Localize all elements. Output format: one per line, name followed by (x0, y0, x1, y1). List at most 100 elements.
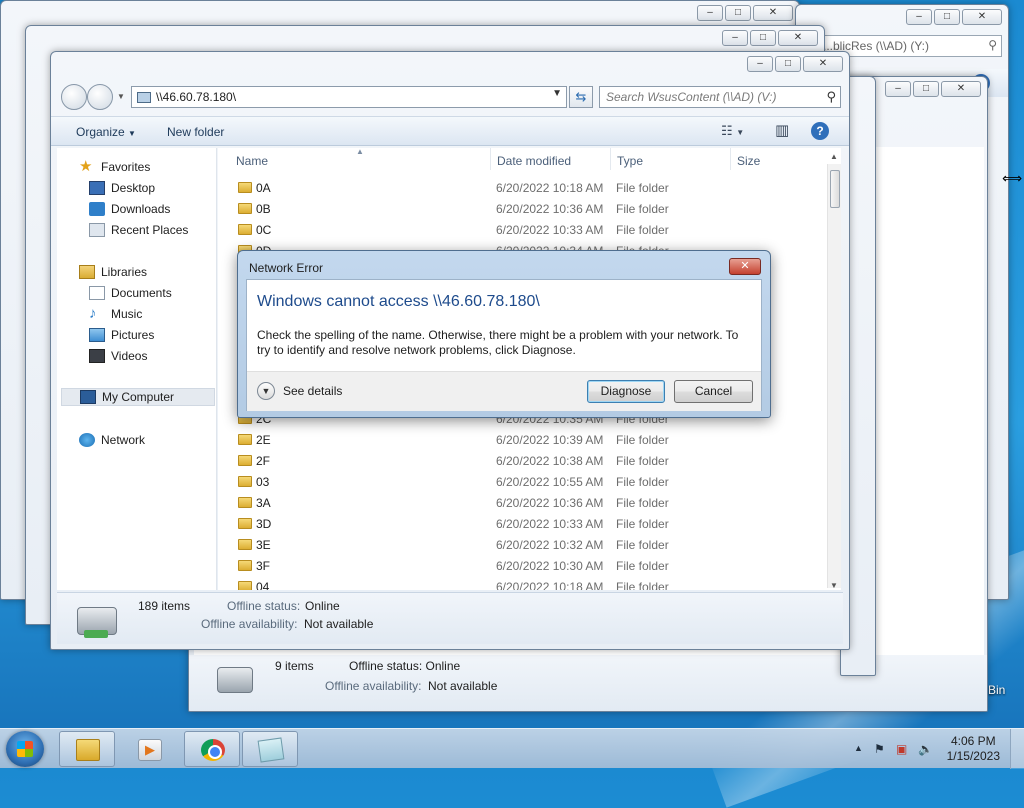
help-icon[interactable]: ? (811, 122, 829, 140)
nav-my-computer[interactable]: My Computer (61, 388, 215, 406)
nav-music[interactable]: ♪ Music (89, 305, 142, 323)
recycle-bin-label[interactable]: Bin (988, 683, 1005, 697)
address-dropdown-icon[interactable]: ▼ (552, 88, 562, 99)
maximize-button[interactable]: □ (775, 56, 801, 72)
star-icon: ★ (79, 158, 93, 175)
network-computer-icon (137, 92, 151, 103)
table-row[interactable]: 3F 6/20/2022 10:30 AM File folder (218, 555, 818, 576)
pictures-icon (89, 328, 105, 342)
minimize-button[interactable]: – (697, 5, 723, 21)
documents-icon (89, 286, 105, 300)
taskbar-sticky-notes[interactable] (242, 731, 298, 767)
folder-icon (238, 560, 252, 571)
table-row[interactable]: 2E 6/20/2022 10:39 AM File folder (218, 429, 818, 450)
new-folder-button[interactable]: New folder (167, 125, 224, 139)
maximize-button[interactable]: □ (934, 9, 960, 25)
column-divider[interactable] (730, 148, 731, 170)
media-player-icon (138, 739, 162, 761)
dialog-heading: Windows cannot access \\46.60.78.180\ (257, 293, 540, 310)
chevron-down-icon: ▼ (257, 382, 275, 400)
clock[interactable]: 4:06 PM 1/15/2023 (947, 734, 1000, 764)
close-button[interactable]: ✕ (941, 81, 981, 97)
maximize-button[interactable]: □ (750, 30, 776, 46)
see-details-toggle[interactable]: ▼ See details (257, 382, 342, 400)
folder-icon (238, 434, 252, 445)
cancel-button[interactable]: Cancel (674, 380, 753, 403)
volume-icon[interactable]: 🔈 (918, 742, 933, 756)
nav-pictures[interactable]: Pictures (89, 326, 154, 344)
network-error-dialog[interactable]: Network Error ✕ Windows cannot access \\… (237, 250, 771, 418)
action-center-icon[interactable]: ⚑ (874, 742, 885, 756)
show-hidden-icons-icon[interactable]: ▲ (854, 743, 863, 753)
nav-recent-places[interactable]: Recent Places (89, 221, 188, 239)
dialog-close-button[interactable]: ✕ (729, 258, 761, 275)
minimize-button[interactable]: – (906, 9, 932, 25)
show-desktop-button[interactable] (1010, 729, 1024, 769)
scroll-up-icon[interactable]: ▲ (830, 152, 838, 161)
details-pane: 189 items Offline status: Online Offline… (57, 592, 843, 644)
dialog-footer: ▼ See details Diagnose Cancel (247, 371, 761, 411)
address-bar[interactable]: \\46.60.78.180\ ▼ (131, 86, 567, 108)
downloads-icon (89, 202, 105, 216)
nav-libraries[interactable]: Libraries (79, 263, 147, 281)
address-text: \\46.60.78.180\ (156, 90, 237, 104)
table-row[interactable]: 0C 6/20/2022 10:33 AM File folder (218, 219, 818, 240)
table-row[interactable]: 0A 6/20/2022 10:18 AM File folder (218, 177, 818, 198)
table-row[interactable]: 04 6/20/2022 10:18 AM File folder (218, 576, 818, 590)
back-button[interactable] (61, 84, 87, 110)
column-header-name[interactable]: Name (236, 154, 268, 168)
close-button[interactable]: ✕ (753, 5, 793, 21)
folder-icon (238, 182, 252, 193)
minimize-button[interactable]: – (747, 56, 773, 72)
change-view-icon[interactable]: ☷ ▼ (721, 123, 744, 139)
minimize-button[interactable]: – (722, 30, 748, 46)
start-button[interactable] (6, 731, 44, 767)
maximize-button[interactable]: □ (725, 5, 751, 21)
refresh-button[interactable]: ⇆ (569, 86, 593, 108)
nav-videos[interactable]: Videos (89, 347, 147, 365)
table-row[interactable]: 03 6/20/2022 10:55 AM File folder (218, 471, 818, 492)
forward-button[interactable] (87, 84, 113, 110)
taskbar-windows-media-player[interactable] (121, 731, 177, 767)
column-header-size[interactable]: Size (737, 154, 760, 168)
scrollbar-thumb[interactable] (830, 170, 840, 208)
nav-network[interactable]: Network (79, 431, 145, 449)
system-tray: ▲ ⚑ ▣ 🔈 4:06 PM 1/15/2023 (834, 729, 1024, 769)
nav-favorites[interactable]: ★ Favorites (79, 158, 150, 176)
close-button[interactable]: ✕ (962, 9, 1002, 25)
column-divider[interactable] (490, 148, 491, 170)
close-button[interactable]: ✕ (778, 30, 818, 46)
resize-cursor-icon: ⟺ (1002, 170, 1023, 186)
computer-icon (80, 390, 96, 404)
table-row[interactable]: 3A 6/20/2022 10:36 AM File folder (218, 492, 818, 513)
music-icon: ♪ (89, 305, 97, 322)
diagnose-button[interactable]: Diagnose (587, 380, 665, 403)
search-input[interactable]: Search WsusContent (\\AD) (V:) ⚲ (599, 86, 841, 108)
column-divider[interactable] (610, 148, 611, 170)
minimize-button[interactable]: – (885, 81, 911, 97)
vertical-scrollbar[interactable]: ▲ ▼ (827, 152, 841, 590)
sort-ascending-icon: ▲ (356, 148, 364, 156)
column-header-type[interactable]: Type (617, 154, 643, 168)
table-row[interactable]: 3D 6/20/2022 10:33 AM File folder (218, 513, 818, 534)
drive-icon (217, 667, 253, 693)
recent-pages-dropdown-icon[interactable]: ▼ (117, 92, 125, 101)
organize-menu[interactable]: Organize ▼ (76, 125, 136, 139)
network-disconnected-icon[interactable]: ▣ (896, 742, 907, 756)
taskbar-google-chrome[interactable] (184, 731, 240, 767)
preview-pane-icon[interactable]: ▥ (775, 121, 789, 139)
scroll-down-icon[interactable]: ▼ (830, 581, 838, 590)
taskbar-windows-explorer[interactable] (59, 731, 115, 767)
maximize-button[interactable]: □ (913, 81, 939, 97)
folder-icon (238, 518, 252, 529)
table-row[interactable]: 3E 6/20/2022 10:32 AM File folder (218, 534, 818, 555)
nav-documents[interactable]: Documents (89, 284, 172, 302)
table-row[interactable]: 0B 6/20/2022 10:36 AM File folder (218, 198, 818, 219)
table-row[interactable]: 2F 6/20/2022 10:38 AM File folder (218, 450, 818, 471)
column-header-date-modified[interactable]: Date modified (497, 154, 571, 168)
taskbar: ▲ ⚑ ▣ 🔈 4:06 PM 1/15/2023 (0, 728, 1024, 769)
nav-desktop[interactable]: Desktop (89, 179, 155, 197)
close-button[interactable]: ✕ (803, 56, 843, 72)
nav-downloads[interactable]: Downloads (89, 200, 170, 218)
window-controls: – □ ✕ (906, 9, 1002, 25)
